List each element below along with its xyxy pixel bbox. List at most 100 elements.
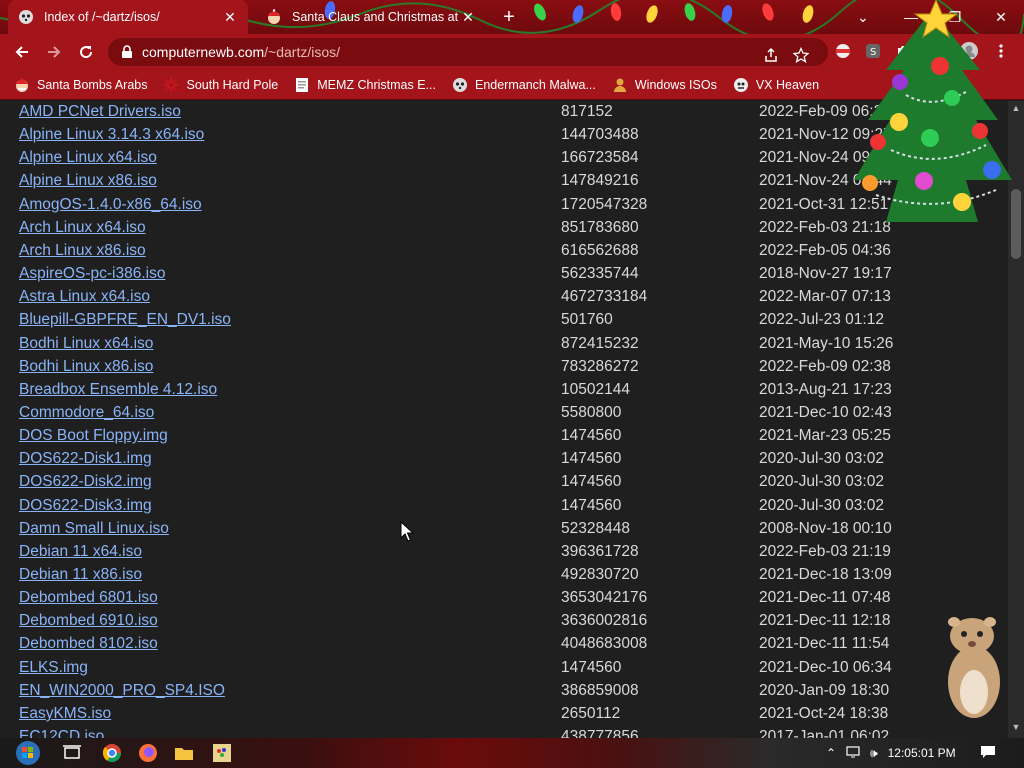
file-date: 2008-Nov-18 00:10 bbox=[759, 519, 892, 537]
file-link[interactable]: DOS622-Disk3.img bbox=[19, 497, 152, 515]
clock-text[interactable]: 12:05:01 PM bbox=[888, 746, 956, 760]
file-link[interactable]: Bodhi Linux x64.iso bbox=[19, 335, 153, 353]
bookmark-south-hard-pole[interactable]: South Hard Pole bbox=[163, 76, 278, 93]
file-size: 4048683008 bbox=[561, 635, 648, 653]
bookmark-star-icon[interactable] bbox=[790, 44, 812, 66]
page-icon bbox=[296, 77, 309, 92]
file-size: 438777856 bbox=[561, 728, 639, 738]
file-row: Commodore_64.iso 5580800 2021-Dec-10 02:43 bbox=[11, 404, 1001, 427]
bookmark-label: Santa Bombs Arabs bbox=[37, 77, 148, 92]
bookmark-santa-bombs-arabs[interactable]: Santa Bombs Arabs bbox=[14, 77, 147, 93]
file-link[interactable]: EN_WIN2000_PRO_SP4.ISO bbox=[19, 682, 225, 700]
file-date: 2021-Dec-11 07:48 bbox=[759, 589, 891, 607]
file-row: Debian 11 x64.iso 396361728 2022-Feb-03 21… bbox=[11, 543, 1001, 566]
file-size: 147849216 bbox=[561, 172, 639, 190]
scroll-down-icon[interactable]: ▼ bbox=[1008, 722, 1024, 736]
file-link[interactable]: Arch Linux x86.iso bbox=[19, 242, 146, 260]
file-size: 166723584 bbox=[561, 149, 639, 167]
file-link[interactable]: Debombed 6910.iso bbox=[19, 612, 158, 630]
file-row: DOS622-Disk1.img 1474560 2020-Jul-30 03:02 bbox=[11, 450, 1001, 473]
file-link[interactable]: Alpine Linux x86.iso bbox=[19, 172, 157, 190]
file-link[interactable]: Astra Linux x64.iso bbox=[19, 288, 150, 306]
file-link[interactable]: Bodhi Linux x86.iso bbox=[19, 358, 153, 376]
file-size: 3636002816 bbox=[561, 612, 648, 630]
bookmark-label: Windows ISOs bbox=[634, 77, 717, 92]
file-row: EasyKMS.iso 2650112 2021-Oct-24 18:38 bbox=[11, 705, 1001, 728]
file-date: 2021-Oct-24 18:38 bbox=[759, 704, 889, 722]
bookmark-endermanch-malware[interactable]: Endermanch Malwa... bbox=[452, 77, 596, 93]
file-size: 1474560 bbox=[561, 427, 622, 445]
file-link[interactable]: AMD PCNet Drivers.iso bbox=[19, 103, 181, 121]
file-size: 396361728 bbox=[561, 542, 639, 560]
start-orb-icon[interactable] bbox=[8, 741, 48, 765]
bookmark-windows-isos[interactable]: Windows ISOs bbox=[612, 77, 717, 93]
file-link[interactable]: Debombed 8102.iso bbox=[19, 635, 158, 653]
file-row: Bodhi Linux x64.iso 872415232 2021-May-10 … bbox=[11, 335, 1001, 358]
chrome-icon[interactable] bbox=[96, 741, 128, 765]
bookmark-memz-christmas[interactable]: MEMZ Christmas E... bbox=[294, 77, 436, 93]
file-link[interactable]: DOS622-Disk1.img bbox=[19, 450, 152, 468]
show-hidden-icons-icon[interactable]: ⌃ bbox=[826, 746, 836, 760]
notifications-icon[interactable] bbox=[980, 745, 996, 762]
tab-index-of-isos[interactable]: Index of /~dartz/isos/ ✕ bbox=[8, 0, 248, 34]
file-link[interactable]: Debian 11 x86.iso bbox=[19, 566, 142, 584]
file-date: 2021-Mar-23 05:25 bbox=[759, 427, 891, 445]
file-size: 1474560 bbox=[561, 450, 622, 468]
file-link[interactable]: Debian 11 x64.iso bbox=[19, 543, 142, 561]
file-row: DOS622-Disk2.img 1474560 2020-Jul-30 03:02 bbox=[11, 473, 1001, 496]
file-link[interactable]: DOS Boot Floppy.img bbox=[19, 427, 168, 445]
file-link[interactable]: EasyKMS.iso bbox=[19, 705, 111, 723]
forward-icon[interactable] bbox=[42, 40, 66, 64]
file-date: 2021-Dec-11 12:18 bbox=[759, 612, 891, 630]
file-size: 144703488 bbox=[561, 126, 639, 144]
file-link[interactable]: Bluepill-GBPFRE_EN_DV1.iso bbox=[19, 311, 231, 329]
tab-santa-claus[interactable]: Santa Claus and Christmas at the ✕ bbox=[256, 0, 486, 34]
reload-icon[interactable] bbox=[74, 40, 98, 64]
dancing-hamster-decoration bbox=[948, 617, 1000, 718]
file-size: 817152 bbox=[561, 103, 613, 120]
file-link[interactable]: Alpine Linux 3.14.3 x64.iso bbox=[19, 126, 204, 144]
file-size: 616562688 bbox=[561, 241, 639, 259]
file-link[interactable]: Damn Small Linux.iso bbox=[19, 520, 169, 538]
file-size: 3653042176 bbox=[561, 589, 648, 607]
santa-favicon-icon bbox=[268, 9, 280, 24]
file-row: Arch Linux x86.iso 616562688 2022-Feb-05 0… bbox=[11, 242, 1001, 265]
vx-icon bbox=[733, 77, 748, 92]
file-row: EN_WIN2000_PRO_SP4.ISO 386859008 2020-Jan-… bbox=[11, 682, 1001, 705]
file-row: Debombed 8102.iso 4048683008 2021-Dec-11 1… bbox=[11, 635, 1001, 658]
file-date: 2021-Dec-11 11:54 bbox=[759, 635, 890, 653]
task-view-icon[interactable] bbox=[56, 741, 88, 765]
tab-close-icon[interactable]: ✕ bbox=[222, 9, 238, 25]
file-link[interactable]: Alpine Linux x64.iso bbox=[19, 149, 157, 167]
windows-taskbar: ⌃ 🕪 12:05:01 PM bbox=[0, 738, 1024, 768]
file-size: 5580800 bbox=[561, 403, 622, 421]
file-link[interactable]: Commodore_64.iso bbox=[19, 404, 154, 422]
file-size: 1474560 bbox=[561, 496, 622, 514]
file-row: Debombed 6910.iso 3636002816 2021-Dec-11 1… bbox=[11, 612, 1001, 635]
file-row: Astra Linux x64.iso 4672733184 2022-Mar-07… bbox=[11, 288, 1001, 311]
tab-close-icon[interactable]: ✕ bbox=[460, 9, 476, 25]
paint-icon[interactable] bbox=[206, 741, 238, 765]
bookmark-vx-heaven[interactable]: VX Heaven bbox=[733, 77, 819, 93]
file-link[interactable]: AspireOS-pc-i386.iso bbox=[19, 265, 165, 283]
file-link[interactable]: Arch Linux x64.iso bbox=[19, 219, 146, 237]
file-row: Bluepill-GBPFRE_EN_DV1.iso 501760 2022-Jul… bbox=[11, 311, 1001, 334]
file-size: 1474560 bbox=[561, 658, 622, 676]
file-date: 2020-Jul-30 03:02 bbox=[759, 450, 884, 468]
share-icon[interactable] bbox=[760, 44, 782, 66]
tab-title: Index of /~dartz/isos/ bbox=[44, 10, 160, 24]
file-date: 2020-Jan-09 18:30 bbox=[759, 681, 890, 699]
file-link[interactable]: AmogOS-1.4.0-x86_64.iso bbox=[19, 196, 202, 214]
file-link[interactable]: Breadbox Ensemble 4.12.iso bbox=[19, 381, 217, 399]
network-icon[interactable] bbox=[846, 745, 860, 761]
file-link[interactable]: Debombed 6801.iso bbox=[19, 589, 158, 607]
new-tab-icon[interactable]: + bbox=[498, 7, 520, 29]
back-icon[interactable] bbox=[10, 40, 34, 64]
file-explorer-icon[interactable] bbox=[168, 741, 200, 765]
file-link[interactable]: EC12CD.iso bbox=[19, 728, 104, 738]
file-link[interactable]: ELKS.img bbox=[19, 659, 88, 677]
firefox-icon[interactable] bbox=[132, 741, 164, 765]
address-bar[interactable]: computernewb.com/~dartz/isos/ bbox=[108, 38, 828, 66]
file-link[interactable]: DOS622-Disk2.img bbox=[19, 473, 152, 491]
volume-icon[interactable]: 🕪 bbox=[870, 746, 878, 761]
